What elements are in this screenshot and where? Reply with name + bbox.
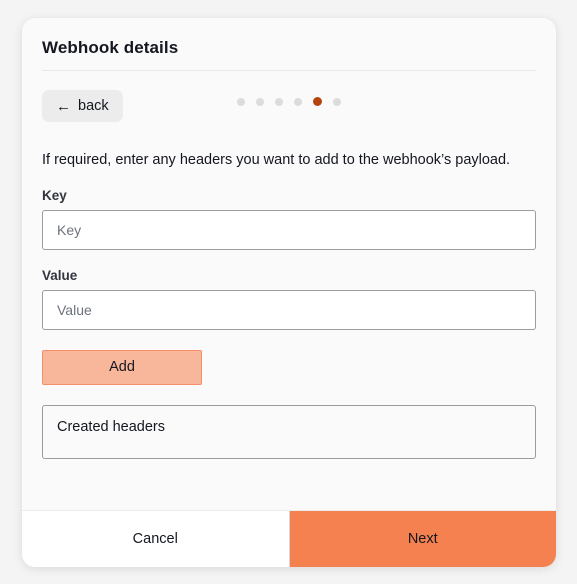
step-dot-3 — [275, 97, 283, 106]
step-indicator — [237, 97, 341, 106]
step-dot-6 — [333, 97, 341, 106]
add-header-button[interactable]: Add — [42, 349, 202, 385]
step-dot-1 — [237, 97, 245, 106]
page-title: Webhook details — [42, 38, 179, 57]
step-dot-2 — [256, 97, 264, 106]
value-field-group: Value — [42, 268, 536, 330]
value-field-label: Value — [42, 267, 78, 283]
back-button[interactable]: ← back — [42, 90, 123, 122]
created-headers-label: Created headers — [57, 418, 166, 435]
value-input[interactable] — [42, 289, 536, 330]
card-header: Webhook details — [22, 18, 556, 71]
navigation-row: ← back — [22, 71, 556, 123]
step-dot-4 — [294, 97, 302, 106]
created-headers-box: Created headers — [42, 404, 536, 459]
page-background: Webhook details ← back If required, ente… — [0, 0, 577, 584]
webhook-details-card: Webhook details ← back If required, ente… — [22, 18, 556, 567]
arrow-left-icon: ← — [56, 97, 71, 115]
card-footer: Cancel Next — [22, 510, 556, 567]
key-field-label: Key — [42, 187, 67, 203]
back-button-label: back — [78, 98, 109, 114]
card-body: If required, enter any headers you want … — [22, 123, 556, 510]
step-dot-5-active — [313, 97, 322, 106]
cancel-button[interactable]: Cancel — [22, 511, 290, 567]
next-button[interactable]: Next — [289, 511, 556, 567]
key-input[interactable] — [42, 209, 536, 250]
instruction-text: If required, enter any headers you want … — [42, 152, 511, 168]
key-field-group: Key — [42, 188, 536, 250]
